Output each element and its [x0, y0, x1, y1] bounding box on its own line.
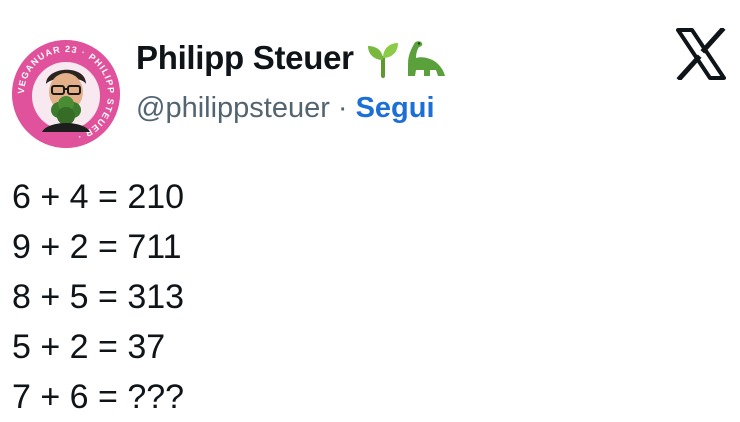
author-name[interactable]: Philipp Steuer [136, 39, 354, 77]
separator-dot: · [337, 91, 348, 124]
author-name-row: Philipp Steuer [136, 36, 446, 80]
avatar[interactable]: VEGANUAR 23 · PHILIPP STEUER · [12, 40, 120, 148]
x-logo-icon[interactable] [676, 28, 726, 80]
tweet-line: 5 + 2 = 37 [12, 328, 166, 366]
author-handle[interactable]: @philippsteuer [136, 92, 330, 125]
author-handle-row: @philippsteuer · Segui [136, 88, 435, 128]
author-emojis [366, 38, 446, 78]
tweet-line: 6 + 4 = 210 [12, 178, 185, 216]
avatar-image: VEGANUAR 23 · PHILIPP STEUER · [12, 40, 120, 148]
tweet-line: 7 + 6 = ??? [12, 378, 185, 416]
tweet-text: 6 + 4 = 210 9 + 2 = 711 8 + 5 = 313 5 + … [12, 172, 184, 422]
tweet-line: 8 + 5 = 313 [12, 278, 185, 316]
seedling-icon [367, 43, 398, 78]
follow-button[interactable]: Segui [356, 92, 435, 125]
dinosaur-icon [407, 41, 445, 76]
tweet-line: 9 + 2 = 711 [12, 228, 182, 266]
